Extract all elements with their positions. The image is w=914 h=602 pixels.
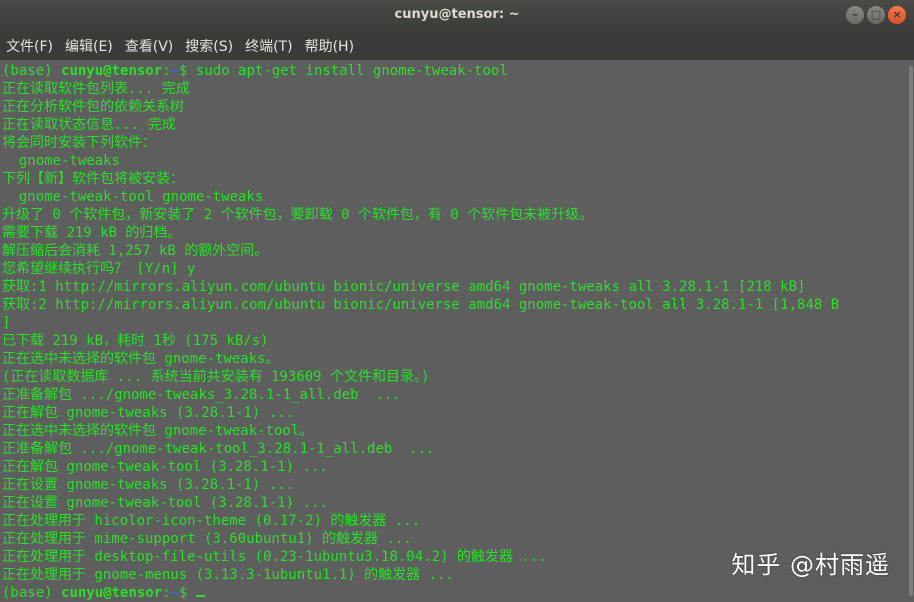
menu-view[interactable]: 查看(V) xyxy=(125,34,174,58)
prompt-symbol: $ xyxy=(179,585,196,601)
menu-search[interactable]: 搜索(S) xyxy=(185,34,233,58)
zhihu-watermark: 知乎 @村雨遥 xyxy=(731,551,890,579)
output-line: (正在读取数据库 ... 系统当前共安装有 193609 个文件和目录。) xyxy=(2,369,430,385)
maximize-button[interactable]: □ xyxy=(867,6,885,24)
window-title: cunyu@tensor: ~ xyxy=(394,7,520,22)
prompt-env: (base) xyxy=(2,63,62,79)
menu-terminal[interactable]: 终端(T) xyxy=(245,34,292,58)
prompt-path: ~ xyxy=(170,63,180,79)
output-line: gnome-tweaks xyxy=(2,153,121,169)
output-line: ] xyxy=(2,315,11,331)
prompt-symbol: $ xyxy=(179,63,196,79)
output-line: 正在设置 gnome-tweak-tool (3.28.1-1) ... xyxy=(2,495,328,511)
command-text: sudo apt-get install gnome-tweak-tool xyxy=(195,63,508,79)
output-line: gnome-tweak-tool gnome-tweaks xyxy=(2,189,264,205)
prompt-env: (base) xyxy=(2,585,62,601)
output-line: 您希望继续执行吗？ [Y/n] y xyxy=(2,261,196,277)
output-line: 已下载 219 kB，耗时 1秒 (175 kB/s) xyxy=(2,333,269,349)
output-line: 正在读取软件包列表... 完成 xyxy=(2,81,190,97)
output-line: 正在分析软件包的依赖关系树 xyxy=(2,99,184,115)
output-line: 正在读取状态信息... 完成 xyxy=(2,117,176,133)
menu-help[interactable]: 帮助(H) xyxy=(305,34,354,58)
title-bar[interactable]: cunyu@tensor: ~ – □ × xyxy=(0,0,914,32)
output-line: 正在处理用于 hicolor-icon-theme (0.17-2) 的触发器 … xyxy=(2,513,421,529)
close-button[interactable]: × xyxy=(888,6,906,24)
menu-bar: 文件(F) 编辑(E) 查看(V) 搜索(S) 终端(T) 帮助(H) xyxy=(0,32,914,60)
terminal-window: cunyu@tensor: ~ – □ × 文件(F) 编辑(E) 查看(V) … xyxy=(0,0,914,602)
prompt-user: cunyu@tensor xyxy=(61,585,163,601)
menu-file[interactable]: 文件(F) xyxy=(6,34,53,58)
minimize-button[interactable]: – xyxy=(846,6,864,24)
menu-edit[interactable]: 编辑(E) xyxy=(65,34,113,58)
vertical-scrollbar[interactable] xyxy=(906,60,914,602)
output-line: 需要下载 219 kB 的归档。 xyxy=(2,225,182,241)
prompt-separator: : xyxy=(162,585,171,601)
output-block: 正在读取软件包列表... 完成 正在分析软件包的依赖关系树 正在读取状态信息... … xyxy=(2,80,906,584)
output-line: 正在选中未选择的软件包 gnome-tweak-tool。 xyxy=(2,423,314,439)
terminal-output-area[interactable]: (base) cunyu@tensor:~$ sudo apt-get inst… xyxy=(0,60,906,602)
prompt-separator: : xyxy=(162,63,171,79)
command-line: (base) cunyu@tensor:~$ sudo apt-get inst… xyxy=(2,62,906,80)
output-line: 解压缩后会消耗 1,257 kB 的额外空间。 xyxy=(2,243,269,259)
output-line: 升级了 0 个软件包，新安装了 2 个软件包，要卸载 0 个软件包，有 0 个软… xyxy=(2,207,594,223)
final-prompt-line: (base) cunyu@tensor:~$ xyxy=(2,584,906,602)
output-line: 获取:1 http://mirrors.aliyun.com/ubuntu bi… xyxy=(2,279,806,295)
output-line: 正在设置 gnome-tweaks (3.28.1-1) ... xyxy=(2,477,295,493)
window-controls: – □ × xyxy=(846,6,906,24)
output-line: 正准备解包 .../gnome-tweaks_3.28.1-1_all.deb … xyxy=(2,387,401,403)
output-line: 下列【新】软件包将被安装： xyxy=(2,171,184,187)
text-cursor xyxy=(195,595,205,597)
output-line: 正准备解包 .../gnome-tweak-tool_3.28.1-1_all.… xyxy=(2,441,435,457)
prompt-user: cunyu@tensor xyxy=(61,63,163,79)
scrollbar-thumb[interactable] xyxy=(909,66,913,596)
terminal-lines: (base) cunyu@tensor:~$ sudo apt-get inst… xyxy=(0,60,906,602)
output-line: 将会同时安装下列软件： xyxy=(2,135,156,151)
output-line: 正在解包 gnome-tweak-tool (3.28.1-1) ... xyxy=(2,459,328,475)
prompt-path: ~ xyxy=(170,585,180,601)
output-line: 获取:2 http://mirrors.aliyun.com/ubuntu bi… xyxy=(2,297,840,313)
output-line: 正在选中未选择的软件包 gnome-tweaks。 xyxy=(2,351,280,367)
output-line: 正在解包 gnome-tweaks (3.28.1-1) ... xyxy=(2,405,295,421)
